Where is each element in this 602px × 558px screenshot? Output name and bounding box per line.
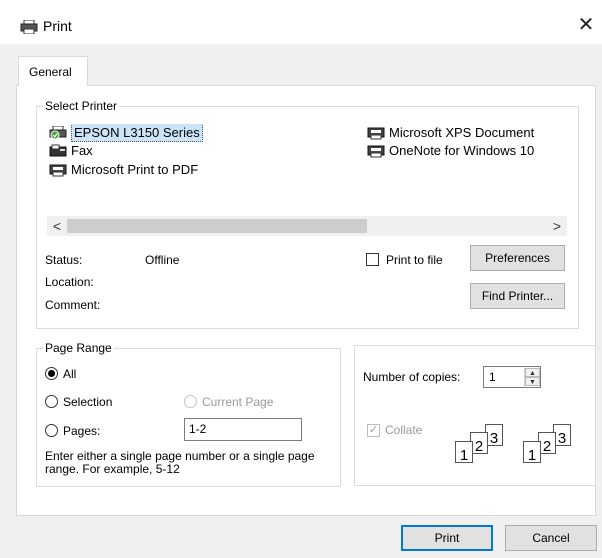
printer-icon	[367, 127, 385, 140]
printer-name: Microsoft Print to PDF	[71, 162, 199, 177]
printer-icon	[20, 20, 38, 34]
scroll-thumb[interactable]	[67, 219, 367, 233]
spin-up-button[interactable]: ▲	[525, 368, 540, 377]
collate-page-1: 1	[523, 441, 541, 464]
collate-checkbox[interactable]: ✓	[367, 424, 380, 437]
spin-down-button[interactable]: ▼	[525, 377, 540, 386]
fax-icon	[49, 144, 67, 157]
tab-general[interactable]: General	[18, 56, 88, 86]
collate-label: Collate	[385, 423, 423, 437]
printer-name: OneNote for Windows 10	[389, 143, 535, 158]
pages-input[interactable]: 1-2	[184, 418, 302, 441]
page-range-hint: Enter either a single page number or a s…	[45, 449, 315, 476]
printer-list[interactable]: EPSON L3150 Series Fax Microsoft Print t…	[47, 123, 559, 213]
page-range-group: Page Range All Selection Current Page Pa…	[36, 341, 341, 487]
copies-value[interactable]: 1	[489, 370, 496, 384]
print-button[interactable]: Print	[401, 525, 493, 551]
printer-icon	[49, 164, 67, 177]
current-page-label: Current Page	[202, 395, 274, 409]
comment-label: Comment:	[45, 298, 101, 312]
scroll-left-arrow[interactable]: <	[47, 216, 67, 236]
copies-spin-buttons: ▲ ▼	[524, 368, 540, 386]
scroll-right-arrow[interactable]: >	[547, 216, 567, 236]
copies-spinner[interactable]: 1 ▲ ▼	[483, 366, 541, 388]
window-title: Print	[43, 18, 72, 34]
collate-page-1: 1	[455, 441, 473, 464]
selection-label: Selection	[63, 395, 113, 409]
select-printer-legend: Select Printer	[45, 99, 118, 113]
cancel-button[interactable]: Cancel	[505, 525, 597, 551]
printer-item-xps[interactable]: Microsoft XPS Document	[367, 124, 559, 142]
general-panel: Select Printer EPSON L3150 Series Fax Mi…	[16, 85, 596, 516]
all-label: All	[63, 367, 77, 381]
printer-list-scrollbar[interactable]: < >	[47, 216, 567, 236]
printer-item-pdf[interactable]: Microsoft Print to PDF	[49, 161, 309, 179]
printer-name: Microsoft XPS Document	[389, 125, 535, 140]
title-bar: Print ✕	[0, 0, 602, 44]
print-to-file-checkbox[interactable]	[366, 253, 379, 266]
pages-label: Pages:	[63, 424, 101, 438]
printer-item-fax[interactable]: Fax	[49, 142, 249, 160]
close-button[interactable]: ✕	[572, 10, 600, 40]
printer-default-icon	[49, 126, 67, 140]
selection-radio[interactable]	[45, 395, 58, 408]
printer-name: EPSON L3150 Series	[71, 124, 203, 142]
status-label: Status:	[45, 253, 83, 267]
find-printer-button[interactable]: Find Printer...	[470, 283, 565, 309]
printer-item-onenote[interactable]: OneNote for Windows 10	[367, 142, 559, 160]
printer-name: Fax	[71, 143, 93, 158]
print-to-file-label: Print to file	[386, 253, 443, 267]
printer-icon	[367, 145, 385, 158]
number-of-copies-label: Number of copies:	[363, 370, 461, 384]
printer-item-epson[interactable]: EPSON L3150 Series	[49, 124, 319, 142]
copies-group: Number of copies: 1 ▲ ▼ ✓ Collate 3 2 1 …	[354, 345, 596, 486]
all-radio[interactable]	[45, 367, 58, 380]
select-printer-group: Select Printer EPSON L3150 Series Fax Mi…	[36, 99, 579, 329]
location-label: Location:	[45, 275, 94, 289]
collate-pages-icon: 3 2 1	[523, 424, 581, 480]
print-dialog: Print ✕ General Select Printer EPSON L31…	[0, 0, 602, 558]
current-page-radio[interactable]	[184, 395, 197, 408]
page-range-legend: Page Range	[45, 341, 112, 355]
status-value: Offline	[145, 253, 180, 267]
preferences-button[interactable]: Preferences	[470, 245, 565, 271]
collate-pages-icon: 3 2 1	[455, 424, 513, 480]
pages-radio[interactable]	[45, 424, 58, 437]
